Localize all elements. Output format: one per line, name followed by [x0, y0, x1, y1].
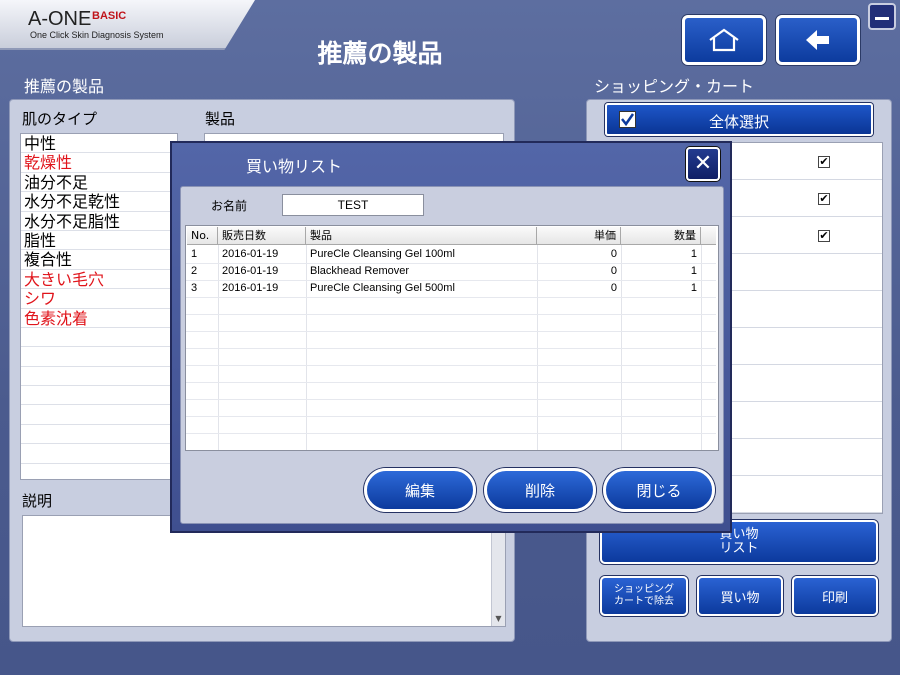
- scroll-down-icon[interactable]: ▼: [492, 612, 505, 626]
- list-row-empty: [21, 425, 177, 445]
- skin-type-list[interactable]: 中性 乾燥性 油分不足 水分不足乾性 水分不足脂性 脂性 複合性 大きい毛穴 シワ 色素沈着: [20, 133, 178, 480]
- list-row-empty: [21, 405, 177, 425]
- skin-type-item[interactable]: シワ: [21, 289, 177, 309]
- shopping-list-table[interactable]: No. 販売日数 製品 単価 数量 1 2016-01-19 PureCle Cle…: [185, 225, 719, 451]
- table-grid-line: [186, 348, 716, 349]
- list-row-empty: [21, 328, 177, 348]
- table-row[interactable]: 1 2016-01-19 PureCle Cleansing Gel 100ml 0 1: [186, 246, 716, 263]
- table-row[interactable]: 3 2016-01-19 PureCle Cleansing Gel 500ml 0 1: [186, 280, 716, 297]
- list-row-empty: [21, 347, 177, 367]
- close-dialog-button[interactable]: 閉じる: [603, 468, 715, 512]
- print-button[interactable]: 印刷: [792, 576, 878, 616]
- column-header-product[interactable]: 製品: [306, 227, 537, 245]
- back-arrow-icon: [806, 30, 829, 50]
- skin-type-item[interactable]: 乾燥性: [21, 153, 177, 173]
- dialog-close-button[interactable]: ✕: [686, 147, 720, 181]
- table-grid-line: [186, 331, 716, 332]
- cell-date: 2016-01-19: [222, 282, 279, 294]
- minimize-button[interactable]: [868, 3, 896, 30]
- customer-name-field[interactable]: TEST: [282, 194, 424, 216]
- select-all-label: 全体選択: [708, 113, 769, 131]
- remove-from-cart-button[interactable]: ショッピング カートで除去: [600, 576, 688, 616]
- table-grid-line: [186, 297, 716, 298]
- back-button[interactable]: [776, 15, 860, 65]
- column-header-price[interactable]: 単価: [537, 227, 621, 245]
- cell-price: 0: [610, 248, 617, 260]
- cell-quantity: 1: [690, 282, 697, 294]
- skin-type-item[interactable]: 複合性: [21, 250, 177, 270]
- table-grid-line: [186, 399, 716, 400]
- table-grid-line: [186, 314, 716, 315]
- cart-item-checkbox[interactable]: ✔: [818, 193, 830, 205]
- table-row[interactable]: 2 2016-01-19 Blackhead Remover 0 1: [186, 263, 716, 280]
- cell-date: 2016-01-19: [222, 265, 279, 277]
- column-header-spacer: [701, 227, 716, 245]
- home-icon: [709, 28, 739, 52]
- table-grid-line: [186, 450, 716, 451]
- dialog-title: 買い物リスト: [246, 157, 343, 176]
- skin-type-item[interactable]: 水分不足脂性: [21, 212, 177, 231]
- edit-button[interactable]: 編集: [364, 468, 476, 512]
- skin-type-item[interactable]: 色素沈着: [21, 309, 177, 328]
- logo-edition: BASIC: [92, 10, 127, 22]
- table-grid-line: [186, 263, 716, 264]
- cell-date: 2016-01-19: [222, 248, 279, 260]
- cell-no: 1: [191, 248, 198, 260]
- shopping-cart-label: ショッピング・カート: [594, 77, 755, 96]
- product-heading: 製品: [205, 110, 236, 128]
- skin-type-item[interactable]: 中性: [21, 134, 177, 154]
- recommended-products-label: 推薦の製品: [24, 77, 105, 96]
- cart-item-checkbox[interactable]: ✔: [818, 230, 830, 242]
- table-grid-line: [186, 365, 716, 366]
- table-grid-line: [186, 280, 716, 281]
- column-header-quantity[interactable]: 数量: [621, 227, 701, 245]
- shopping-list-dialog: 買い物リスト ✕ お名前 TEST No. 販売日数 製品 単価 数量 1 201…: [170, 141, 732, 533]
- list-row-empty: [21, 386, 177, 406]
- description-heading: 説明: [22, 492, 53, 510]
- delete-button[interactable]: 削除: [484, 468, 596, 512]
- cell-quantity: 1: [690, 265, 697, 277]
- cell-no: 2: [191, 265, 198, 277]
- cart-item-checkbox[interactable]: ✔: [818, 156, 830, 168]
- cell-price: 0: [610, 282, 617, 294]
- skin-type-item[interactable]: 水分不足乾性: [21, 192, 177, 212]
- skin-type-item[interactable]: 脂性: [21, 231, 177, 251]
- buy-button[interactable]: 買い物: [697, 576, 783, 616]
- select-all-button[interactable]: 全体選択: [605, 103, 873, 136]
- skin-type-item[interactable]: 大きい毛穴: [21, 270, 177, 290]
- list-row-empty: [21, 367, 177, 387]
- skin-type-heading: 肌のタイプ: [22, 110, 98, 128]
- page-title: 推薦の製品: [317, 39, 443, 68]
- cell-product: Blackhead Remover: [310, 265, 410, 277]
- skin-type-item[interactable]: 油分不足: [21, 173, 177, 193]
- home-button[interactable]: [682, 15, 766, 65]
- customer-name-label: お名前: [211, 199, 248, 213]
- cell-price: 0: [610, 265, 617, 277]
- logo-main-text: A-ONE: [28, 8, 92, 30]
- close-icon: ✕: [693, 151, 713, 176]
- cell-quantity: 1: [690, 248, 697, 260]
- cell-product: PureCle Cleansing Gel 100ml: [310, 248, 455, 260]
- table-grid-line: [186, 416, 716, 417]
- table-grid-line: [186, 382, 716, 383]
- column-header-date[interactable]: 販売日数: [218, 227, 306, 245]
- cell-product: PureCle Cleansing Gel 500ml: [310, 282, 455, 294]
- list-row-empty: [21, 464, 177, 479]
- table-grid-line: [186, 433, 716, 434]
- list-row-empty: [21, 444, 177, 464]
- column-header-no[interactable]: No.: [187, 227, 218, 245]
- dialog-body: お名前 TEST No. 販売日数 製品 単価 数量 1 2016-01-19 Pu…: [180, 186, 724, 524]
- cell-no: 3: [191, 282, 198, 294]
